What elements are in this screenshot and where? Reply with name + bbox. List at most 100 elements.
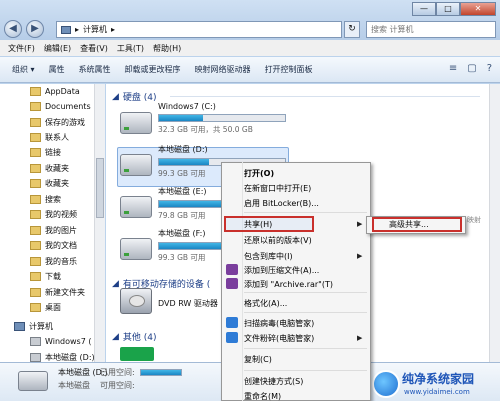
- menu-separator: [244, 312, 367, 313]
- help-icon[interactable]: ?: [487, 63, 492, 74]
- toolbar-button-1[interactable]: 属性: [49, 64, 65, 75]
- drive-item[interactable]: Windows7 (C:) 32.3 GB 可用，共 50.0 GB: [120, 102, 286, 135]
- nav-item[interactable]: 保存的游戏: [30, 117, 85, 128]
- nav-item[interactable]: 搜索: [30, 194, 61, 205]
- context-menu-item[interactable]: 包含到库中(I): [244, 251, 293, 262]
- context-menu-item[interactable]: 格式化(A)...: [244, 298, 287, 309]
- address-bar[interactable]: ▸ 计算机 ▸: [56, 21, 342, 38]
- computer-icon: [61, 25, 71, 34]
- nav-item-label: 下载: [45, 272, 61, 281]
- context-menu-item[interactable]: 还原以前的版本(V): [244, 235, 312, 246]
- forward-button[interactable]: ▶: [26, 20, 44, 38]
- nav-item-label: 我的音乐: [45, 257, 77, 266]
- menu-separator: [244, 348, 367, 349]
- title-bar: — □ ✕ ◀ ▶ ▸ 计算机 ▸ ↻ 搜索 计算机: [0, 0, 500, 40]
- nav-item-label: 保存的游戏: [45, 118, 85, 127]
- context-menu-item[interactable]: 文件粉碎(电脑管家): [244, 333, 314, 344]
- collapse-icon: ◢: [112, 278, 119, 289]
- nav-item-label: 新建文件夹: [45, 288, 85, 297]
- collapse-icon: ◢: [112, 91, 119, 102]
- nav-item[interactable]: 新建文件夹: [30, 287, 85, 298]
- breadcrumb-computer[interactable]: 计算机: [83, 24, 107, 35]
- submenu-arrow-icon: ▶: [357, 220, 363, 228]
- context-menu-item[interactable]: 打开(O): [244, 168, 274, 179]
- nav-item-label: 链接: [45, 148, 61, 157]
- view-controls: ≡ ▢?: [449, 63, 492, 74]
- maximize-button[interactable]: □: [436, 2, 460, 16]
- breadcrumb-separator-icon: ▸: [75, 25, 80, 34]
- toolbar-button-2[interactable]: 系统属性: [79, 64, 111, 75]
- watermark-logo-icon: [372, 370, 400, 398]
- nav-item[interactable]: 下载: [30, 271, 61, 282]
- menu-item-2[interactable]: 查看(V): [80, 43, 108, 54]
- computer-icon: [14, 322, 25, 331]
- folder-icon: [30, 164, 41, 173]
- details-usage-bar: [140, 369, 182, 376]
- hard-drive-icon: [120, 112, 152, 134]
- toolbar-button-0[interactable]: 组织 ▾: [12, 64, 35, 75]
- context-menu-item[interactable]: 添加到 "Archive.rar"(T): [244, 279, 333, 290]
- folder-icon: [30, 303, 41, 312]
- menu-separator: [244, 212, 367, 213]
- nav-item[interactable]: AppData: [30, 87, 80, 96]
- submenu-arrow-icon: ▶: [357, 252, 363, 260]
- toolbar-button-5[interactable]: 打开控制面板: [265, 64, 313, 75]
- menu-item-1[interactable]: 编辑(E): [44, 43, 71, 54]
- content-scrollbar[interactable]: [489, 84, 500, 362]
- drive-icon: [30, 337, 41, 346]
- view-icon[interactable]: ≡: [449, 63, 457, 74]
- folder-icon: [30, 133, 41, 142]
- nav-scrollbar-thumb[interactable]: [96, 158, 104, 218]
- context-menu-item[interactable]: 在新窗口中打开(E): [244, 183, 311, 194]
- context-menu-item[interactable]: 扫描病毒(电脑管家): [244, 318, 314, 329]
- folder-icon: [30, 288, 41, 297]
- nav-item[interactable]: 收藏夹: [30, 163, 69, 174]
- toolbar-button-3[interactable]: 卸载或更改程序: [125, 64, 181, 75]
- nav-item[interactable]: Documents: [30, 102, 91, 111]
- folder-icon: [30, 272, 41, 281]
- context-menu-item[interactable]: 共享(H): [244, 219, 272, 230]
- preview-pane-icon[interactable]: ▢: [467, 63, 476, 74]
- section-other[interactable]: ◢ 其他 (4): [112, 330, 161, 344]
- dvd-icon: [120, 288, 152, 314]
- context-menu-item[interactable]: 创建快捷方式(S): [244, 376, 303, 387]
- refresh-button[interactable]: ↻: [344, 21, 360, 38]
- context-menu-item[interactable]: 复制(C): [244, 354, 272, 365]
- nav-item[interactable]: 计算机: [14, 321, 53, 332]
- advanced-share-item[interactable]: 高级共享...: [389, 219, 429, 230]
- nav-item[interactable]: 我的音乐: [30, 256, 77, 267]
- drive-usage-bar: [158, 114, 286, 122]
- menu-separator: [244, 370, 367, 371]
- back-button[interactable]: ◀: [4, 20, 22, 38]
- nav-item[interactable]: 联系人: [30, 132, 69, 143]
- nav-item-label: 计算机: [29, 322, 53, 331]
- nav-item[interactable]: 链接: [30, 147, 61, 158]
- dvd-drive[interactable]: DVD RW 驱动器: [120, 288, 218, 314]
- toolbar-button-4[interactable]: 映射网络驱动器: [195, 64, 251, 75]
- explorer-window: — □ ✕ ◀ ▶ ▸ 计算机 ▸ ↻ 搜索 计算机 文件(F) 编辑(E) 查看(…: [0, 0, 500, 401]
- nav-item[interactable]: 我的视频: [30, 209, 77, 220]
- context-menu-item[interactable]: 启用 BitLocker(B)...: [244, 198, 319, 209]
- minimize-button[interactable]: —: [412, 2, 436, 16]
- app-icon[interactable]: [120, 347, 154, 361]
- site-watermark: 纯净系统家园 www.yidaimei.com: [372, 368, 500, 401]
- context-menu-item[interactable]: 重命名(M): [244, 391, 281, 401]
- context-menu-item[interactable]: 添加到压缩文件(A)...: [244, 265, 319, 276]
- nav-scrollbar[interactable]: [94, 84, 105, 362]
- nav-item[interactable]: Windows7 (: [30, 337, 91, 346]
- nav-item[interactable]: 我的文档: [30, 240, 77, 251]
- nav-item-label: Windows7 (: [45, 337, 92, 346]
- folder-icon: [30, 87, 41, 96]
- section-divider: [170, 96, 480, 97]
- nav-item-label: AppData: [45, 87, 80, 96]
- nav-item[interactable]: 收藏夹: [30, 178, 69, 189]
- close-button[interactable]: ✕: [460, 2, 496, 16]
- nav-item-label: 我的视频: [45, 210, 77, 219]
- nav-item[interactable]: 我的图片: [30, 225, 77, 236]
- menu-item-0[interactable]: 文件(F): [8, 43, 35, 54]
- menu-item-4[interactable]: 帮助(H): [153, 43, 181, 54]
- nav-item-label: 我的图片: [45, 226, 77, 235]
- menu-item-3[interactable]: 工具(T): [117, 43, 144, 54]
- search-input[interactable]: 搜索 计算机: [366, 21, 496, 38]
- nav-item[interactable]: 桌面: [30, 302, 61, 313]
